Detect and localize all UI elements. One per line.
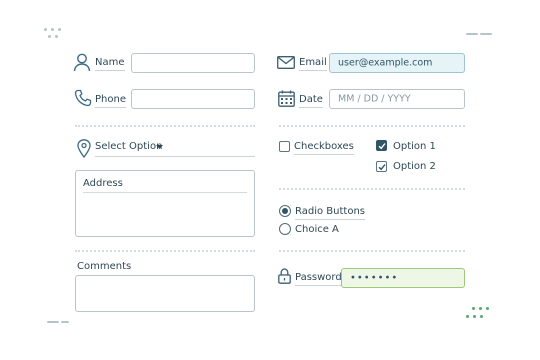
name-input[interactable] <box>131 53 255 73</box>
location-pin-icon <box>77 139 91 158</box>
separator-right-1 <box>279 125 465 127</box>
date-placeholder: MM / DD / YYYY <box>338 93 411 105</box>
radio-buttons-radio[interactable] <box>279 205 291 217</box>
decor-dash-bottom-left-2 <box>61 321 69 323</box>
separator-left-1 <box>75 125 255 127</box>
password-input[interactable]: ••••••• <box>341 268 465 288</box>
password-value: ••••••• <box>350 272 399 284</box>
date-label: Date <box>299 94 323 108</box>
decor-dots-bottom-right <box>466 307 496 321</box>
select-option-dropdown[interactable]: Select Option <box>95 140 255 157</box>
check-icon <box>378 164 386 171</box>
decor-dash-top-right-2 <box>480 33 492 35</box>
decor-dash-top-right-1 <box>466 33 478 35</box>
email-label: Email <box>299 57 327 71</box>
phone-label: Phone <box>95 94 126 108</box>
date-input[interactable]: MM / DD / YYYY <box>329 89 465 109</box>
decor-dots-top-left <box>44 28 68 42</box>
comments-label: Comments <box>77 261 132 272</box>
email-value: user@example.com <box>338 57 433 69</box>
separator-right-2 <box>279 188 465 190</box>
address-underline <box>83 192 247 193</box>
select-option-label: Select Option <box>95 141 163 152</box>
option-2-checkbox[interactable] <box>376 161 387 172</box>
choice-a-label: Choice A <box>295 224 339 235</box>
address-textarea[interactable]: Address <box>75 170 255 237</box>
checkboxes-label: Checkboxes <box>294 141 354 155</box>
calendar-icon <box>278 90 295 107</box>
decor-dash-bottom-left-1 <box>47 321 59 323</box>
separator-left-2 <box>75 250 255 252</box>
radio-buttons-label: Radio Buttons <box>295 206 365 220</box>
password-label: Password <box>295 272 342 286</box>
option-1-checkbox[interactable] <box>376 140 387 151</box>
option-1-label: Option 1 <box>393 141 436 152</box>
address-label: Address <box>83 178 123 189</box>
phone-icon <box>74 89 92 107</box>
option-2-label: Option 2 <box>393 161 436 172</box>
check-icon <box>378 143 386 150</box>
user-icon <box>73 53 91 72</box>
name-label: Name <box>95 57 125 71</box>
separator-right-3 <box>279 250 465 252</box>
phone-input[interactable] <box>131 89 255 109</box>
checkboxes-main-checkbox[interactable] <box>279 141 290 152</box>
email-icon <box>277 56 295 69</box>
lock-icon <box>278 268 291 284</box>
choice-a-radio[interactable] <box>279 223 291 235</box>
email-input[interactable]: user@example.com <box>329 53 465 73</box>
caret-down-icon <box>156 145 163 149</box>
comments-textarea[interactable] <box>75 275 255 312</box>
